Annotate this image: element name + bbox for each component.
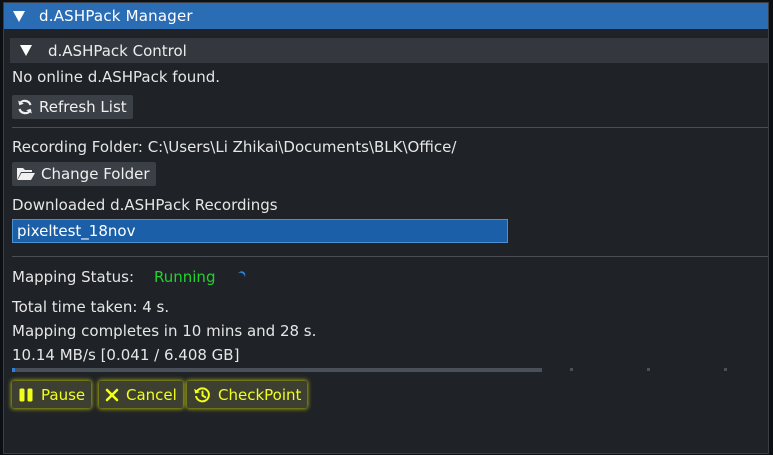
- control-section-title: d.ASHPack Control: [48, 41, 187, 60]
- recording-name: pixeltest_18nov: [17, 222, 136, 240]
- close-icon: [105, 388, 119, 401]
- checkpoint-button[interactable]: CheckPoint: [187, 381, 308, 408]
- downloaded-recordings-heading: Downloaded d.ASHPack Recordings: [12, 196, 278, 214]
- history-icon: [194, 386, 210, 402]
- total-time-text: Total time taken: 4 s.: [12, 298, 170, 316]
- pause-button[interactable]: Pause: [12, 381, 92, 408]
- window-titlebar[interactable]: d.ASHPack Manager: [4, 3, 768, 29]
- change-folder-label: Change Folder: [41, 165, 150, 183]
- window-title: d.ASHPack Manager: [39, 7, 193, 25]
- mapping-progress-fill: [12, 368, 16, 372]
- refresh-list-label: Refresh List: [39, 98, 127, 116]
- cancel-button[interactable]: Cancel: [99, 381, 183, 408]
- collapse-triangle-icon[interactable]: [13, 10, 25, 22]
- progress-marker: [724, 368, 727, 371]
- refresh-icon: [18, 99, 32, 115]
- transfer-rate-text: 10.14 MB/s [0.041 / 6.408 GB]: [12, 346, 240, 364]
- recording-list-item-selected[interactable]: pixeltest_18nov: [12, 219, 508, 243]
- refresh-list-button[interactable]: Refresh List: [12, 95, 133, 119]
- progress-marker: [570, 368, 573, 371]
- control-section-header[interactable]: d.ASHPack Control: [10, 38, 768, 63]
- mapping-status-label: Mapping Status:: [12, 268, 134, 286]
- separator: [12, 256, 768, 257]
- ashpack-manager-window: d.ASHPack Manager d.ASHPack Control No o…: [3, 2, 769, 454]
- pause-icon: [19, 388, 33, 401]
- pause-label: Pause: [41, 385, 86, 404]
- folder-open-icon: [17, 168, 35, 180]
- online-status-text: No online d.ASHPack found.: [12, 68, 221, 86]
- mapping-completes-text: Mapping completes in 10 mins and 28 s.: [12, 322, 317, 340]
- mapping-status-row: Mapping Status: Running: [12, 268, 215, 286]
- cancel-label: Cancel: [126, 385, 177, 404]
- recording-folder-text: Recording Folder: C:\Users\Li Zhikai\Doc…: [12, 138, 457, 156]
- separator: [12, 127, 768, 128]
- change-folder-button[interactable]: Change Folder: [12, 162, 156, 186]
- mapping-status-value: Running: [154, 268, 216, 286]
- loading-spinner-icon: [235, 269, 247, 283]
- checkpoint-label: CheckPoint: [218, 385, 302, 404]
- mapping-progress-bar: [12, 368, 542, 372]
- progress-marker: [647, 368, 650, 371]
- section-collapse-triangle-icon[interactable]: [20, 45, 32, 56]
